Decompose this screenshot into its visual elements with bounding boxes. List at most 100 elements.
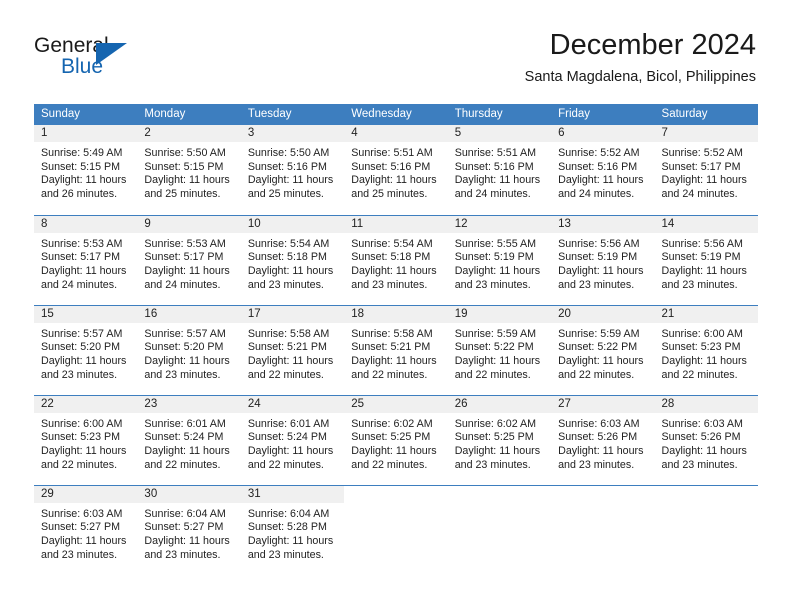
sunset-time: Sunset: 5:16 PM	[351, 160, 431, 173]
daylight-duration-line2: and 22 minutes.	[144, 458, 221, 471]
sunset-time: Sunset: 5:27 PM	[144, 521, 224, 534]
day-details: Sunrise: 6:02 AM Sunset: 5:25 PM Daylight:…	[448, 413, 551, 473]
sunrise-time: Sunrise: 6:03 AM	[41, 507, 123, 520]
day-cell[interactable]: 6 Sunrise: 5:52 AM Sunset: 5:16 PM Daylight…	[551, 125, 655, 215]
day-cell[interactable]: 1 Sunrise: 5:49 AM Sunset: 5:15 PM Daylight…	[34, 125, 138, 215]
sunrise-time: Sunrise: 5:58 AM	[351, 327, 433, 340]
generalblue-logo[interactable]: General Blue	[34, 34, 164, 82]
daylight-duration-line1: Daylight: 11 hours	[454, 444, 541, 457]
day-details: Sunrise: 5:53 AM Sunset: 5:17 PM Daylight:…	[137, 233, 240, 293]
day-cell[interactable]: 8 Sunrise: 5:53 AM Sunset: 5:17 PM Daylight…	[34, 214, 138, 305]
day-cell[interactable]: 25 Sunrise: 6:02 AM Sunset: 5:25 PM Dayligh…	[344, 394, 448, 485]
daylight-duration-line1: Daylight: 11 hours	[41, 534, 127, 547]
daylight-duration-line2: and 22 minutes.	[661, 368, 738, 381]
daylight-duration-line1: Daylight: 11 hours	[144, 354, 230, 367]
day-cell[interactable]: 22 Sunrise: 6:00 AM Sunset: 5:23 PM Dayligh…	[34, 394, 138, 485]
daylight-duration-line2: and 26 minutes.	[41, 188, 118, 201]
sunset-time: Sunset: 5:17 PM	[661, 160, 741, 173]
day-cell[interactable]: 29 Sunrise: 6:03 AM Sunset: 5:27 PM Dayligh…	[34, 484, 138, 575]
sunrise-time: Sunrise: 5:50 AM	[247, 147, 330, 159]
daylight-duration-line2: and 23 minutes.	[558, 458, 635, 471]
day-cell[interactable]: 20 Sunrise: 5:59 AM Sunset: 5:22 PM Dayligh…	[551, 304, 655, 395]
daylight-duration-line2: and 23 minutes.	[661, 458, 738, 471]
daylight-duration-line2: and 24 minutes.	[454, 188, 531, 201]
day-cell[interactable]: 4 Sunrise: 5:51 AM Sunset: 5:16 PM Daylight…	[344, 125, 448, 215]
daylight-duration-line2: and 23 minutes.	[41, 368, 118, 381]
day-cell[interactable]: 17 Sunrise: 5:58 AM Sunset: 5:21 PM Dayligh…	[240, 304, 345, 395]
day-cell[interactable]: 10 Sunrise: 5:54 AM Sunset: 5:18 PM Dayligh…	[240, 214, 345, 305]
sunset-time: Sunset: 5:23 PM	[661, 341, 741, 354]
daylight-duration-line2: and 23 minutes.	[247, 278, 324, 291]
day-cell[interactable]: 3 Sunrise: 5:50 AM Sunset: 5:16 PM Daylight…	[240, 125, 345, 215]
day-details: Sunrise: 5:52 AM Sunset: 5:17 PM Daylight:…	[655, 142, 758, 202]
daylight-duration-line2: and 22 minutes.	[351, 458, 428, 471]
sunset-time: Sunset: 5:16 PM	[454, 160, 534, 173]
sunrise-time: Sunrise: 6:04 AM	[247, 507, 330, 520]
day-cell[interactable]: 5 Sunrise: 5:51 AM Sunset: 5:16 PM Daylight…	[447, 125, 552, 215]
day-cell[interactable]: 23 Sunrise: 6:01 AM Sunset: 5:24 PM Dayligh…	[137, 394, 241, 485]
sunset-time: Sunset: 5:15 PM	[41, 160, 121, 173]
day-cell[interactable]: 26 Sunrise: 6:02 AM Sunset: 5:25 PM Dayligh…	[447, 394, 552, 485]
daylight-duration-line2: and 23 minutes.	[144, 368, 221, 381]
day-number: 23	[137, 395, 241, 413]
day-details: Sunrise: 5:56 AM Sunset: 5:19 PM Daylight:…	[655, 233, 758, 293]
day-number: 17	[240, 305, 345, 323]
day-cell[interactable]: 7 Sunrise: 5:52 AM Sunset: 5:17 PM Daylight…	[654, 125, 758, 215]
day-details: Sunrise: 5:58 AM Sunset: 5:21 PM Daylight:…	[344, 323, 447, 383]
day-cell[interactable]: 19 Sunrise: 5:59 AM Sunset: 5:22 PM Dayligh…	[447, 304, 552, 395]
sunrise-time: Sunrise: 5:52 AM	[661, 147, 743, 159]
day-cell[interactable]: 18 Sunrise: 5:58 AM Sunset: 5:21 PM Dayligh…	[344, 304, 448, 395]
calendar-table: Sunday Monday Tuesday Wednesday Thursday…	[34, 104, 758, 575]
day-cell[interactable]: 14 Sunrise: 5:56 AM Sunset: 5:19 PM Dayligh…	[654, 214, 758, 305]
day-cell[interactable]: 11 Sunrise: 5:54 AM Sunset: 5:18 PM Dayligh…	[344, 214, 448, 305]
day-number: 6	[551, 125, 655, 142]
day-number: 8	[34, 215, 138, 233]
day-cell[interactable]: 13 Sunrise: 5:56 AM Sunset: 5:19 PM Dayligh…	[551, 214, 655, 305]
daylight-duration-line1: Daylight: 11 hours	[558, 264, 644, 277]
daylight-duration-line1: Daylight: 11 hours	[247, 444, 334, 457]
day-number	[551, 485, 655, 503]
day-number: 20	[551, 305, 655, 323]
sunrise-time: Sunrise: 5:59 AM	[454, 327, 537, 340]
logo-text-blue: Blue	[61, 55, 104, 78]
day-details: Sunrise: 5:53 AM Sunset: 5:17 PM Daylight:…	[34, 233, 137, 293]
daylight-duration-line1: Daylight: 11 hours	[661, 444, 747, 457]
day-cell[interactable]: 15 Sunrise: 5:57 AM Sunset: 5:20 PM Dayligh…	[34, 304, 138, 395]
sunset-time: Sunset: 5:27 PM	[41, 521, 121, 534]
sunrise-time: Sunrise: 5:50 AM	[144, 147, 226, 159]
day-details: Sunrise: 6:01 AM Sunset: 5:24 PM Daylight:…	[241, 413, 344, 473]
sunrise-time: Sunrise: 6:03 AM	[661, 417, 743, 430]
daylight-duration-line1: Daylight: 11 hours	[558, 354, 644, 367]
day-cell[interactable]: 16 Sunrise: 5:57 AM Sunset: 5:20 PM Dayligh…	[137, 304, 241, 395]
daylight-duration-line1: Daylight: 11 hours	[41, 174, 127, 187]
day-number: 15	[34, 305, 138, 323]
day-cell[interactable]: 9 Sunrise: 5:53 AM Sunset: 5:17 PM Daylight…	[137, 214, 241, 305]
day-number: 5	[447, 125, 552, 142]
day-cell[interactable]: 24 Sunrise: 6:01 AM Sunset: 5:24 PM Dayligh…	[240, 394, 345, 485]
day-cell[interactable]: 2 Sunrise: 5:50 AM Sunset: 5:15 PM Daylight…	[137, 125, 241, 215]
day-details: Sunrise: 5:55 AM Sunset: 5:19 PM Daylight:…	[448, 233, 551, 293]
day-number: 27	[551, 395, 655, 413]
day-details: Sunrise: 5:59 AM Sunset: 5:22 PM Daylight:…	[551, 323, 654, 383]
day-details: Sunrise: 5:57 AM Sunset: 5:20 PM Daylight:…	[137, 323, 240, 383]
day-details: Sunrise: 6:04 AM Sunset: 5:27 PM Daylight:…	[137, 503, 240, 563]
page-title: December 2024	[549, 29, 756, 61]
day-cell[interactable]: 21 Sunrise: 6:00 AM Sunset: 5:23 PM Dayligh…	[654, 304, 758, 395]
day-cell[interactable]: 31 Sunrise: 6:04 AM Sunset: 5:28 PM Dayligh…	[240, 484, 345, 575]
weekday-header-wednesday: Wednesday	[344, 104, 448, 125]
day-number: 14	[654, 215, 758, 233]
day-number: 11	[344, 215, 448, 233]
day-details: Sunrise: 5:50 AM Sunset: 5:16 PM Daylight:…	[241, 142, 344, 202]
day-cell[interactable]: 12 Sunrise: 5:55 AM Sunset: 5:19 PM Dayligh…	[447, 214, 552, 305]
day-details: Sunrise: 5:56 AM Sunset: 5:19 PM Daylight:…	[551, 233, 654, 293]
day-cell[interactable]: 28 Sunrise: 6:03 AM Sunset: 5:26 PM Dayligh…	[654, 394, 758, 485]
sunrise-time: Sunrise: 5:56 AM	[558, 237, 640, 250]
sunrise-time: Sunrise: 6:03 AM	[558, 417, 640, 430]
day-cell[interactable]: 27 Sunrise: 6:03 AM Sunset: 5:26 PM Dayligh…	[551, 394, 655, 485]
sunset-time: Sunset: 5:28 PM	[247, 521, 327, 534]
day-number: 2	[137, 125, 241, 142]
day-details: Sunrise: 6:02 AM Sunset: 5:25 PM Daylight:…	[344, 413, 447, 473]
day-cell[interactable]: 30 Sunrise: 6:04 AM Sunset: 5:27 PM Dayligh…	[137, 484, 241, 575]
sunrise-time: Sunrise: 5:51 AM	[351, 147, 433, 159]
sunrise-time: Sunrise: 5:55 AM	[454, 237, 537, 250]
